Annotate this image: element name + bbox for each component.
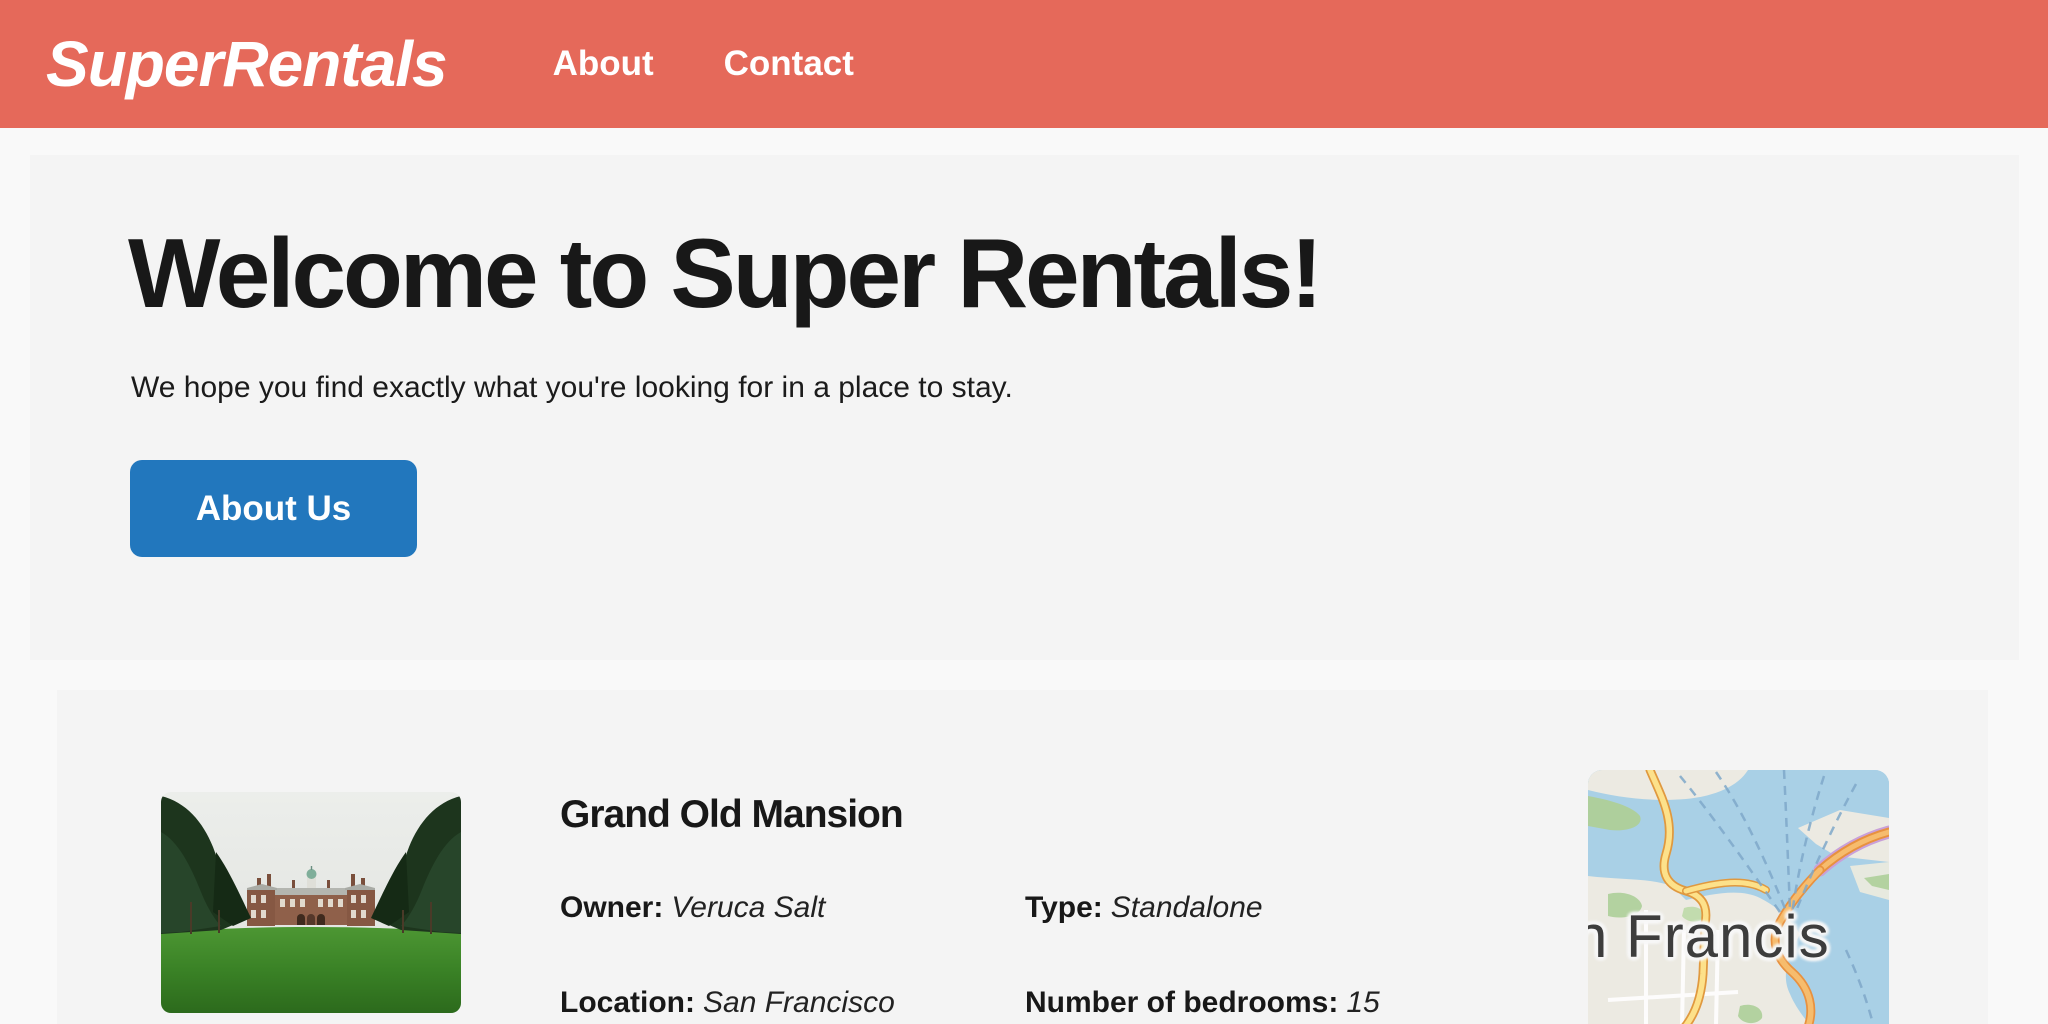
main-nav: About Contact xyxy=(553,44,854,84)
page-title: Welcome to Super Rentals! xyxy=(128,217,1320,330)
attribute-label: Number of bedrooms: xyxy=(1025,986,1338,1019)
page-subtitle: We hope you find exactly what you're loo… xyxy=(131,371,1013,405)
map-image: n Francis xyxy=(1588,770,1889,1024)
attribute-label: Owner: xyxy=(560,891,663,924)
jumbotron: Welcome to Super Rentals! We hope you fi… xyxy=(30,155,2019,660)
attribute-label: Type: xyxy=(1025,891,1103,924)
attribute-owner: Owner:Veruca Salt xyxy=(560,890,1025,926)
logo[interactable]: SuperRentals xyxy=(46,27,447,101)
nav-link-about[interactable]: About xyxy=(553,44,654,84)
attribute-bedrooms: Number of bedrooms:15 xyxy=(1025,985,1380,1021)
attribute-location: Location:San Francisco xyxy=(560,985,1025,1021)
map-city-label: n Francis xyxy=(1588,902,1889,971)
attribute-type: Type:Standalone xyxy=(1025,890,1380,926)
header-nav: SuperRentals About Contact xyxy=(0,0,2048,128)
rental-card: Grand Old Mansion Owner:Veruca Salt Type… xyxy=(57,690,1988,1024)
about-us-button[interactable]: About Us xyxy=(130,460,417,557)
rental-title: Grand Old Mansion xyxy=(560,793,903,837)
rental-attributes: Owner:Veruca Salt Type:Standalone Locati… xyxy=(560,890,1380,1021)
attribute-value: Standalone xyxy=(1111,891,1263,924)
nav-link-contact[interactable]: Contact xyxy=(724,44,854,84)
attribute-value: Veruca Salt xyxy=(671,891,825,924)
rental-photo xyxy=(161,792,461,1013)
attribute-value: San Francisco xyxy=(703,986,895,1019)
attribute-label: Location: xyxy=(560,986,695,1019)
attribute-value: 15 xyxy=(1346,986,1379,1019)
